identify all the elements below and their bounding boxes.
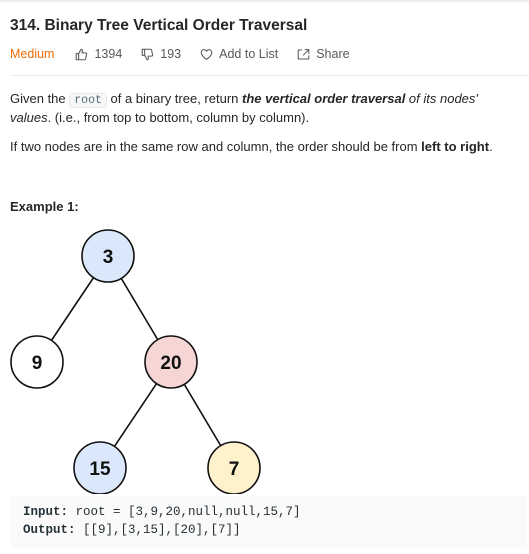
desc-emphasis: the vertical order traversal (242, 91, 406, 106)
example-code-block: Input: root = [3,9,20,null,null,15,7] Ou… (10, 496, 527, 548)
like-button[interactable]: 1394 (75, 47, 122, 61)
tree-node-label: 3 (103, 247, 114, 268)
thumbs-down-icon (141, 48, 154, 60)
desc-text: . (i.e., from top to bottom, column by c… (47, 110, 310, 125)
share-button[interactable]: Share (297, 47, 350, 61)
tree-node: 3 (81, 229, 135, 283)
tree-node-label: 20 (160, 353, 181, 374)
heart-icon (200, 48, 213, 60)
problem-meta-bar: Medium 1394 193 Add to List Share (10, 46, 369, 62)
tree-node: 9 (10, 335, 64, 389)
tree-node: 7 (207, 441, 261, 494)
example-input-line: Input: root = [3,9,20,null,null,15,7] (23, 505, 301, 519)
thumbs-up-icon (76, 48, 88, 60)
share-icon (297, 48, 310, 59)
tree-node-label: 7 (229, 459, 240, 480)
input-value: root = [3,9,20,null,null,15,7] (68, 505, 301, 519)
share-label: Share (316, 47, 350, 61)
tree-node: 15 (73, 441, 127, 494)
problem-title: 314. Binary Tree Vertical Order Traversa… (10, 17, 308, 34)
desc-bold: left to right (421, 139, 490, 154)
input-label: Input: (23, 505, 69, 519)
desc-text: If two nodes are in the same row and col… (10, 139, 422, 154)
add-to-list-button[interactable]: Add to List (200, 47, 278, 61)
add-to-list-label: Add to List (219, 47, 279, 61)
top-border (0, 0, 529, 2)
tree-node-label: 9 (32, 353, 43, 374)
output-label: Output: (23, 523, 76, 537)
dislike-button[interactable]: 193 (141, 47, 181, 61)
desc-text: Given the (10, 91, 70, 106)
desc-text: of its nodes' (405, 91, 478, 106)
tree-node: 20 (144, 335, 198, 389)
difficulty-badge: Medium (10, 47, 55, 61)
binary-tree-diagram: 3 9 20 15 7 (10, 229, 261, 494)
desc-italic: values (10, 110, 48, 125)
desc-text: . (489, 139, 493, 154)
description-line-2: values. (i.e., from top to bottom, colum… (10, 108, 309, 128)
output-value: [[9],[3,15],[20],[7]] (75, 523, 241, 537)
like-count: 1394 (94, 47, 123, 61)
example-output-line: Output: [[9],[3,15],[20],[7]] (23, 523, 241, 537)
desc-text: of a binary tree, return (106, 91, 242, 106)
dislike-count: 193 (160, 47, 182, 61)
inline-code-root: root (69, 93, 107, 108)
description-line-3: If two nodes are in the same row and col… (10, 137, 493, 157)
example-title: Example 1: (10, 199, 79, 214)
tree-node-label: 15 (89, 459, 111, 480)
header-divider (10, 75, 529, 76)
tree-edges (36, 255, 235, 469)
